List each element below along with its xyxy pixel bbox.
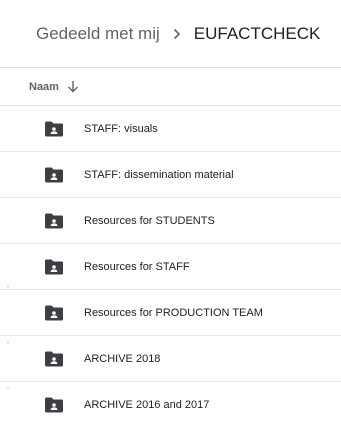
- file-name: Resources for STAFF: [84, 260, 190, 273]
- list-header: Naam: [0, 68, 341, 106]
- list-item[interactable]: STAFF: dissemination material: [0, 152, 341, 198]
- chevron-right-icon: [172, 28, 182, 40]
- list-item[interactable]: ARCHIVE 2016 and 2017: [0, 382, 341, 428]
- arrow-down-icon[interactable]: [67, 80, 79, 93]
- list-item[interactable]: Resources for STAFF: [0, 244, 341, 290]
- file-name: ARCHIVE 2016 and 2017: [84, 399, 210, 411]
- file-name: STAFF: dissemination material: [84, 168, 234, 181]
- list-item[interactable]: STAFF: visuals: [0, 106, 341, 152]
- file-name: Resources for STUDENTS: [84, 214, 215, 227]
- shared-folder-icon: [44, 167, 64, 183]
- file-list: STAFF: visuals STAFF: dissemination mate…: [0, 106, 341, 428]
- list-item[interactable]: ARCHIVE 2018: [0, 336, 341, 382]
- shared-folder-icon: [44, 351, 64, 367]
- breadcrumb: Gedeeld met mij EUFACTCHECK: [0, 0, 341, 68]
- edge-artifact: [7, 388, 9, 389]
- breadcrumb-current-folder[interactable]: EUFACTCHECK: [194, 24, 321, 44]
- list-item[interactable]: Resources for STUDENTS: [0, 198, 341, 244]
- shared-folder-icon: [44, 213, 64, 229]
- file-name: STAFF: visuals: [84, 122, 158, 135]
- name-column-label: Naam: [29, 80, 59, 93]
- file-name: ARCHIVE 2018: [84, 352, 161, 365]
- shared-folder-icon: [44, 121, 64, 137]
- name-column-header[interactable]: Naam: [29, 80, 79, 93]
- shared-folder-icon: [44, 259, 64, 275]
- drive-file-browser: Gedeeld met mij EUFACTCHECK Naam STAFF: …: [0, 0, 341, 429]
- shared-folder-icon: [44, 397, 64, 413]
- edge-artifact: [7, 342, 9, 343]
- list-item[interactable]: Resources for PRODUCTION TEAM: [0, 290, 341, 336]
- file-name: Resources for PRODUCTION TEAM: [84, 306, 263, 319]
- shared-folder-icon: [44, 305, 64, 321]
- edge-artifact: [7, 286, 9, 287]
- breadcrumb-parent-link[interactable]: Gedeeld met mij: [36, 24, 160, 44]
